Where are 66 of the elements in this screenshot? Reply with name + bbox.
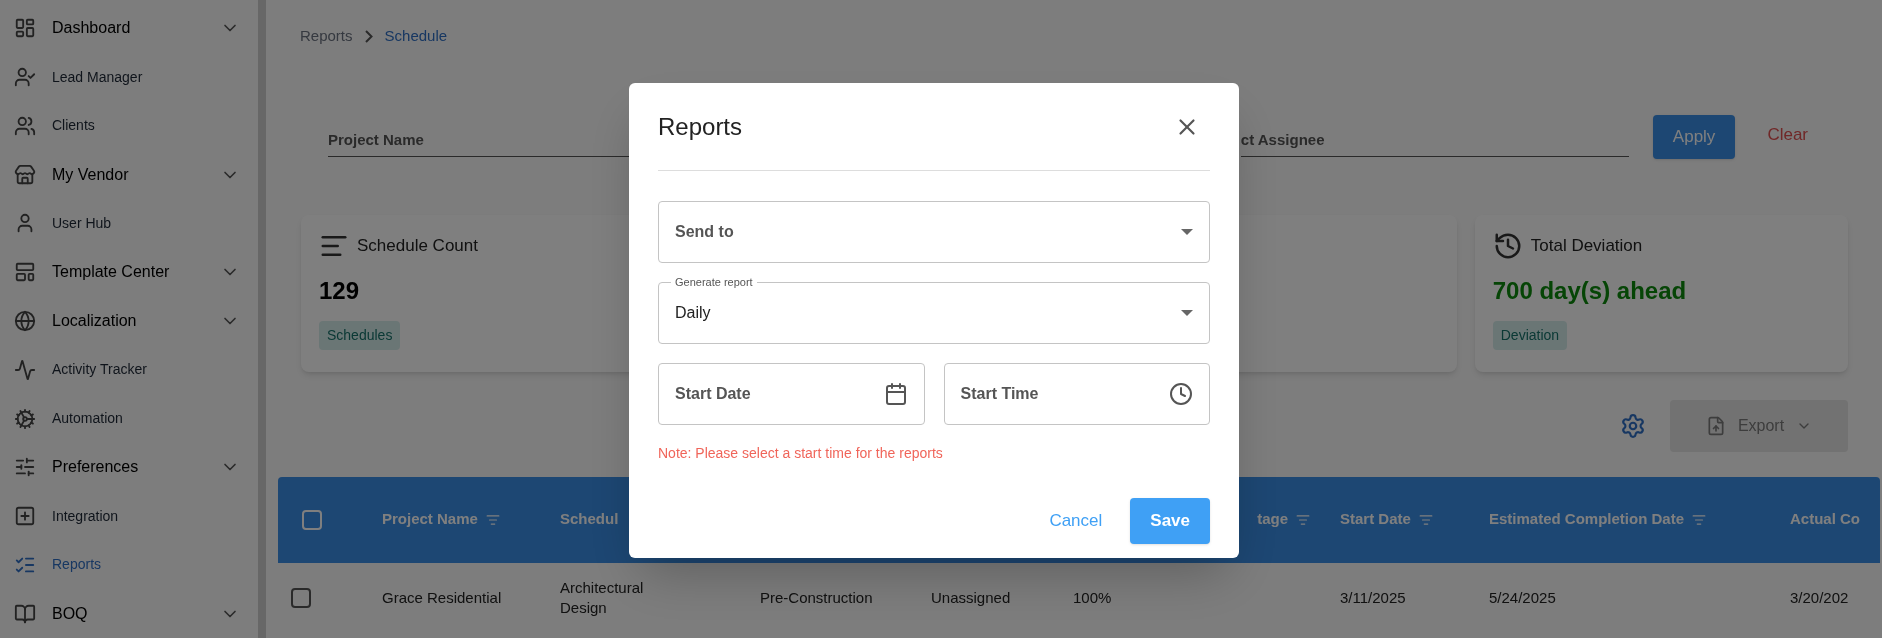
date-field[interactable]: Start Date: [658, 363, 925, 425]
card-tag: Schedules: [319, 320, 401, 350]
save-button[interactable]: Save: [1130, 498, 1210, 544]
store-icon: [14, 163, 36, 186]
card-value: 700 day(s) ahead: [1492, 275, 1688, 306]
sidebar-item[interactable]: Template Center: [10, 247, 244, 297]
table-cell: 5/24/2025: [1489, 587, 1556, 608]
sidebar-item[interactable]: User Hub: [10, 199, 244, 248]
sidebar-item[interactable]: Lead Manager: [10, 52, 244, 102]
breadcrumb-link[interactable]: Schedule: [384, 24, 448, 48]
column-header[interactable]: Start Date: [1340, 508, 1411, 531]
sidebar-item[interactable]: BOQ: [10, 589, 244, 638]
column-header[interactable]: Actual Co: [1790, 508, 1860, 531]
clear-button[interactable]: Clear: [1755, 113, 1820, 157]
sidebar-item[interactable]: Integration: [10, 491, 244, 541]
filter-icon[interactable]: [485, 512, 500, 527]
book-icon: [14, 602, 36, 625]
settings-icon[interactable]: [1620, 412, 1646, 439]
checkbox[interactable]: [291, 587, 311, 608]
sidebar-item[interactable]: Automation: [10, 394, 244, 443]
card-tag: Deviation: [1492, 320, 1568, 350]
grid-icon: [14, 17, 36, 40]
sidebar-item[interactable]: Activity Tracker: [10, 345, 244, 395]
select-field[interactable]: Send to: [658, 201, 1210, 263]
sidebar-item[interactable]: Reports: [10, 540, 244, 590]
filter-icon[interactable]: [1418, 512, 1433, 527]
dropdown-caret-icon: [1181, 310, 1193, 316]
breadcrumb-link[interactable]: Reports: [300, 24, 353, 48]
monitor-pulse-icon: [14, 358, 36, 381]
people-icon: [14, 66, 36, 89]
table-cell: Unassigned: [931, 587, 1011, 608]
clock-icon[interactable]: [1169, 382, 1193, 406]
cancel-button[interactable]: Cancel: [1041, 500, 1111, 542]
column-header[interactable]: Project Name: [382, 508, 478, 531]
column-header[interactable]: Estimated Completion Date: [1489, 508, 1685, 531]
gear-icon: [14, 407, 36, 430]
filter-icon[interactable]: [1296, 512, 1310, 527]
table-cell: Pre-Construction: [760, 587, 873, 608]
table-cell: 3/20/202: [1790, 587, 1849, 608]
time-field[interactable]: Start Time: [943, 363, 1210, 425]
assignee-field[interactable]: ct Assignee: [1240, 129, 1629, 157]
table-cell: Grace Residential: [382, 587, 502, 608]
table-cell: 100%: [1073, 587, 1112, 608]
table-cell: 3/11/2025: [1340, 587, 1406, 608]
column-header[interactable]: Schedul: [560, 508, 619, 531]
globe-icon: [14, 309, 36, 332]
card-value: 129: [319, 275, 361, 306]
sidebar-item[interactable]: Dashboard: [10, 4, 244, 53]
sidebar-item[interactable]: Clients: [10, 101, 244, 151]
sliders-icon: [14, 456, 36, 479]
dropdown-caret-icon: [1181, 229, 1193, 235]
filter-icon[interactable]: [1692, 512, 1707, 527]
plus-square-icon: [14, 505, 36, 528]
layout-icon: [14, 261, 36, 284]
card-title: Schedule Count: [357, 234, 478, 257]
apply-button[interactable]: Apply: [1652, 115, 1736, 159]
card-title: Total Deviation: [1530, 234, 1643, 257]
sidebar-item[interactable]: My Vendor: [10, 150, 244, 200]
chevron-right-icon: [364, 29, 373, 43]
sidebar-item[interactable]: Localization: [10, 296, 244, 346]
group-icon: [14, 114, 36, 137]
calendar-icon[interactable]: [883, 382, 908, 406]
column-header[interactable]: tage: [1257, 508, 1288, 531]
sidebar-item[interactable]: Preferences: [10, 442, 244, 492]
note-text: Note: Please select a start time for the reports: [658, 444, 944, 463]
table-cell-text: Architectural Design: [560, 577, 645, 618]
